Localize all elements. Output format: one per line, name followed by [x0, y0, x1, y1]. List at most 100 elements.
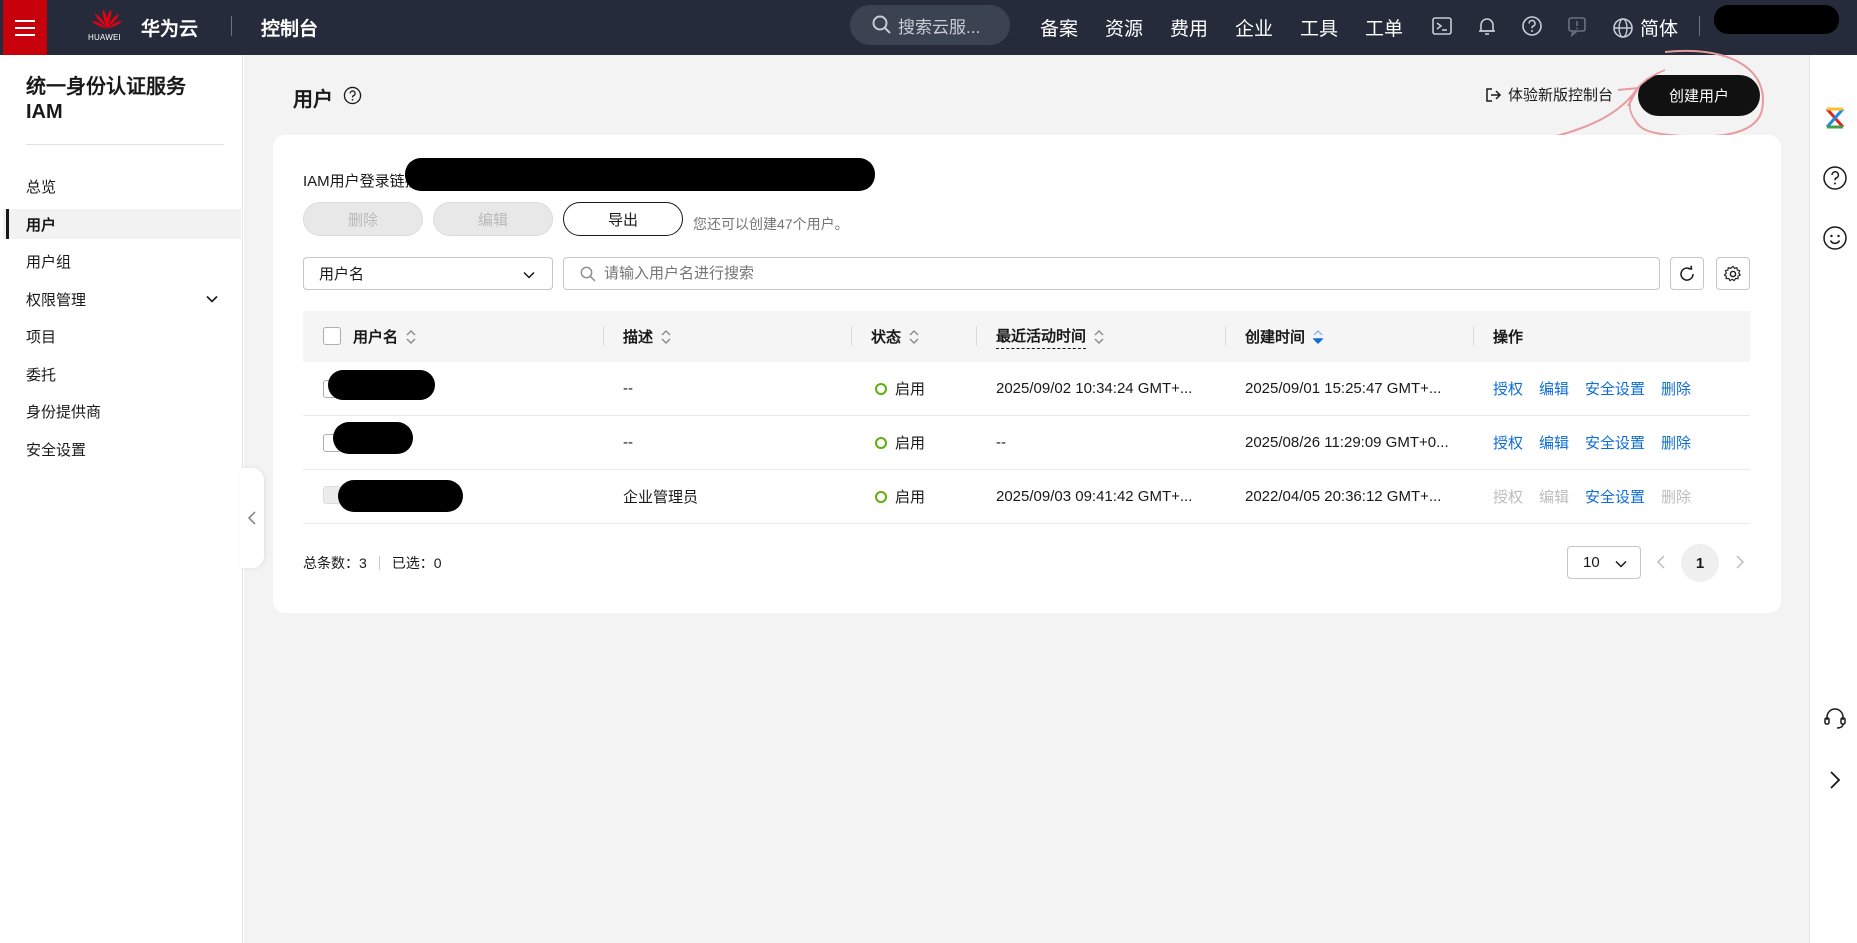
description-cell: --	[623, 434, 633, 451]
sidebar-item-user-groups[interactable]: 用户组	[3, 246, 241, 276]
terminal-icon[interactable]	[1430, 14, 1454, 38]
column-last-active[interactable]: 最近活动时间	[996, 311, 1104, 362]
login-link-redacted	[405, 158, 875, 191]
column-status[interactable]: 状态	[871, 311, 919, 362]
column-description[interactable]: 描述	[623, 311, 671, 362]
export-button[interactable]: 导出	[563, 202, 683, 236]
actions-cell: 授权 编辑 安全设置 删除	[1493, 470, 1707, 523]
search-icon	[872, 15, 891, 34]
nav-resources[interactable]: 资源	[1105, 14, 1143, 41]
security-settings-link[interactable]: 安全设置	[1585, 378, 1645, 399]
status-label: 启用	[895, 381, 926, 398]
security-settings-link[interactable]: 安全设置	[1585, 432, 1645, 453]
created-cell: 2022/04/05 20:36:12 GMT+...	[1245, 488, 1442, 505]
nav-beian[interactable]: 备案	[1040, 14, 1078, 41]
login-link-label: IAM用户登录链接	[303, 173, 420, 190]
nav-tickets[interactable]: 工单	[1365, 14, 1403, 41]
last-active-cell: 2025/09/03 09:41:42 GMT+...	[996, 488, 1193, 505]
username-redacted	[338, 480, 463, 512]
page-size-select[interactable]: 10	[1567, 546, 1641, 579]
filter-field-select[interactable]: 用户名	[303, 257, 553, 290]
sidebar-item-projects[interactable]: 项目	[3, 321, 241, 351]
sidebar-item-agencies[interactable]: 委托	[3, 359, 241, 389]
sort-icon[interactable]	[1094, 329, 1104, 345]
nav-enterprise[interactable]: 企业	[1235, 14, 1273, 41]
column-username[interactable]: 用户名	[353, 311, 416, 362]
sidebar-item-label: 总览	[26, 178, 57, 196]
global-search[interactable]: 搜索云服...	[850, 5, 1010, 45]
chevron-down-icon	[206, 295, 218, 303]
divider	[378, 556, 380, 570]
sort-icon[interactable]	[661, 329, 671, 345]
edit-link: 编辑	[1539, 489, 1570, 506]
sidebar-item-overview[interactable]: 总览	[3, 171, 241, 201]
status-label: 启用	[895, 489, 926, 506]
menu-icon[interactable]	[3, 0, 47, 55]
column-created[interactable]: 创建时间	[1245, 311, 1324, 362]
nav-tools[interactable]: 工具	[1300, 14, 1338, 41]
sidebar-item-users[interactable]: 用户	[3, 209, 241, 239]
bell-icon[interactable]	[1475, 14, 1499, 38]
delete-link[interactable]: 删除	[1661, 432, 1691, 453]
security-settings-link[interactable]: 安全设置	[1585, 486, 1645, 507]
edit-link[interactable]: 编辑	[1539, 432, 1569, 453]
help-icon[interactable]	[1822, 165, 1848, 191]
user-search-box	[563, 257, 1660, 290]
top-navigation-bar: HUAWEI 华为云 控制台 搜索云服... 备案 资源 费用 企业 工具 工单…	[0, 0, 1857, 55]
prev-page-button[interactable]	[1652, 553, 1670, 571]
description-cell: 企业管理员	[623, 489, 699, 506]
collapse-sidebar-button[interactable]	[240, 468, 264, 568]
last-active-cell: 2025/09/02 10:34:24 GMT+...	[996, 380, 1193, 397]
delete-button[interactable]: 删除	[303, 202, 423, 236]
help-icon[interactable]	[1520, 14, 1544, 38]
new-console-link[interactable]: 体验新版控制台	[1484, 84, 1613, 105]
refresh-button[interactable]	[1670, 257, 1704, 290]
service-title-line1: 统一身份认证服务	[26, 76, 186, 98]
service-title: 统一身份认证服务 IAM	[26, 75, 186, 125]
create-user-button[interactable]: 创建用户	[1638, 75, 1760, 116]
edit-link[interactable]: 编辑	[1539, 378, 1569, 399]
smiley-feedback-icon[interactable]	[1822, 225, 1848, 251]
table-row: -- 启用 -- 2025/08/26 11:29:09 GMT+0... 授权…	[303, 416, 1750, 470]
table-header: 用户名 描述 状态 最近活动时间 创建时间 操作	[303, 311, 1750, 362]
column-actions: 操作	[1493, 311, 1523, 362]
help-icon[interactable]	[343, 86, 362, 105]
table-summary: 总条数：3 已选：0	[303, 553, 442, 573]
table-row: -- 启用 2025/09/02 10:34:24 GMT+... 2025/0…	[303, 362, 1750, 416]
status-enabled-icon	[875, 490, 887, 503]
logo-text: HUAWEI	[88, 33, 121, 42]
sort-icon[interactable]	[909, 329, 919, 345]
sidebar-item-identity-providers[interactable]: 身份提供商	[3, 396, 241, 426]
sidebar-item-security-settings[interactable]: 安全设置	[3, 434, 241, 464]
language-switch[interactable]: 简体	[1612, 14, 1678, 41]
column-label: 最近活动时间	[996, 325, 1087, 349]
sort-icon[interactable]	[406, 329, 416, 345]
actions-cell: 授权 编辑 安全设置 删除	[1493, 416, 1707, 469]
ai-assistant-icon[interactable]	[1822, 105, 1848, 131]
sort-desc-icon[interactable]	[1313, 329, 1324, 345]
edit-button[interactable]: 编辑	[433, 202, 553, 236]
settings-button[interactable]	[1716, 257, 1750, 290]
authorize-link[interactable]: 授权	[1493, 378, 1523, 399]
search-icon	[580, 266, 596, 281]
expand-rail-icon[interactable]	[1822, 767, 1848, 793]
delete-link: 删除	[1661, 489, 1692, 506]
gear-icon	[1724, 265, 1742, 281]
delete-link[interactable]: 删除	[1661, 378, 1691, 399]
next-page-button[interactable]	[1731, 553, 1749, 571]
created-cell: 2025/08/26 11:29:09 GMT+0...	[1245, 434, 1449, 451]
service-title-line2: IAM	[26, 101, 63, 123]
console-link[interactable]: 控制台	[261, 14, 318, 41]
account-menu[interactable]	[1714, 5, 1839, 34]
brand-name[interactable]: 华为云	[141, 14, 198, 41]
page-number-current[interactable]: 1	[1681, 544, 1719, 582]
authorize-link[interactable]: 授权	[1493, 432, 1523, 453]
user-search-input[interactable]	[604, 265, 1504, 282]
feedback-icon[interactable]	[1565, 14, 1589, 38]
nav-billing[interactable]: 费用	[1170, 14, 1208, 41]
select-all-checkbox[interactable]	[323, 327, 341, 345]
sidebar: 统一身份认证服务 IAM 总览 用户 用户组 权限管理 项目 委托 身份提供商 …	[3, 55, 243, 943]
sidebar-item-permissions[interactable]: 权限管理	[3, 284, 241, 314]
username-redacted	[328, 370, 435, 400]
headset-support-icon[interactable]	[1822, 705, 1848, 731]
